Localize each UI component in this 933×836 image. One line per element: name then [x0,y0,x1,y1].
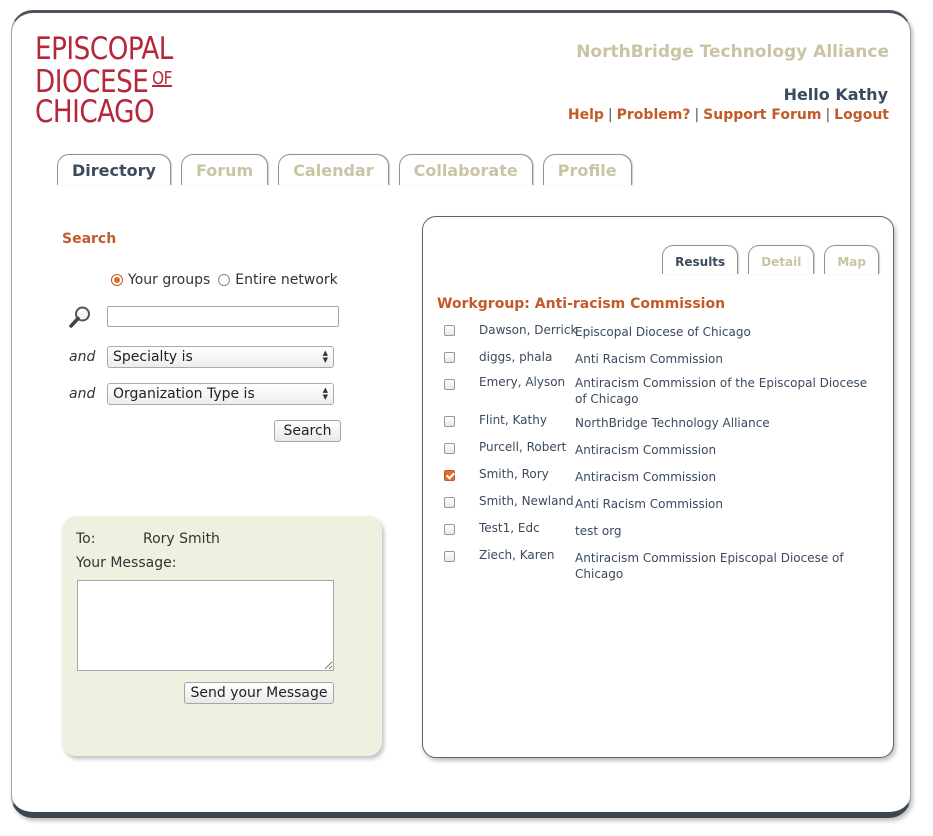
row-name[interactable]: Smith, Newland [479,494,574,508]
row-name[interactable]: Flint, Kathy [479,413,547,427]
row-name[interactable]: Smith, Rory [479,467,549,481]
row-org: Episcopal Diocese of Chicago [575,325,751,339]
row-org: NorthBridge Technology Alliance [575,416,770,430]
organization-type-select[interactable]: Organization Type is ▲ ▼ [107,383,334,405]
message-label: Your Message: [76,555,177,571]
row-org: Anti Racism Commission [575,352,724,366]
row-org: test org [575,524,622,538]
results-tabs: Results Detail Map [662,245,879,274]
send-message-button[interactable]: Send your Message [184,682,334,704]
tab-calendar[interactable]: Calendar [278,154,389,185]
user-greeting: Hello Kathy [783,85,888,104]
and-label-2: and [69,386,96,402]
tab-forum[interactable]: Forum [180,154,269,185]
top-links: Help | Problem? | Support Forum | Logout [567,107,889,123]
radio-entire-network[interactable] [218,274,231,286]
row-name[interactable]: Test1, Edc [479,521,540,535]
row-name[interactable]: Ziech, Karen [479,548,554,562]
row-org: Antiracism Commission [575,470,717,484]
message-panel: To: Rory Smith Your Message: Send your M… [62,516,382,756]
magnifier-icon [69,306,90,328]
radio-entire-network-label: Entire network [235,272,338,288]
row-name[interactable]: Emery, Alyson [479,375,565,389]
row-name[interactable]: Purcell, Robert [479,440,566,454]
row-name[interactable]: diggs, phala [479,350,552,364]
support-forum-link[interactable]: Support Forum [703,107,821,123]
row-checkbox[interactable] [444,524,455,535]
help-link[interactable]: Help [568,107,604,123]
and-label-1: and [69,349,96,365]
tab-results[interactable]: Results [662,245,739,274]
logo-line-1: EPISCOPAL [35,31,173,67]
tab-detail[interactable]: Detail [748,245,815,274]
radio-your-groups-label: Your groups [128,272,211,288]
search-button[interactable]: Search [274,420,341,442]
row-checkbox[interactable] [444,497,455,508]
search-scope: Your groups Entire network [111,272,338,288]
row-checkbox[interactable] [444,325,455,336]
search-heading: Search [62,231,117,247]
message-textarea[interactable] [77,580,334,671]
logo-line-3: CHICAGO [35,94,155,130]
select-arrows-icon: ▲ ▼ [322,386,328,401]
search-input[interactable] [107,306,339,327]
tab-collaborate[interactable]: Collaborate [398,154,533,185]
row-checkbox-checked[interactable] [444,470,455,481]
logout-link[interactable]: Logout [834,107,889,123]
row-checkbox[interactable] [444,416,455,427]
row-checkbox[interactable] [444,551,455,562]
main-tabs: Directory Forum Calendar Collaborate Pro… [57,154,632,185]
row-checkbox[interactable] [444,443,455,454]
row-checkbox[interactable] [444,352,455,363]
message-to-label: To: [76,531,96,547]
diocese-logo: EPISCOPAL DIOCESE OF CHICAGO [35,31,173,130]
row-name[interactable]: Dawson, Derrick [479,323,577,337]
row-org: Antiracism Commission Episcopal Diocese … [575,551,844,581]
logo-line-2: DIOCESE OF [35,64,172,100]
workgroup-title: Workgroup: Anti-racism Commission [437,296,726,312]
tab-directory[interactable]: Directory [57,154,171,185]
row-org: Anti Racism Commission [575,497,724,511]
problem-link[interactable]: Problem? [617,107,691,123]
select-arrows-icon: ▲ ▼ [322,349,328,364]
results-panel: Results Detail Map Workgroup: Anti-racis… [422,216,894,758]
tab-map[interactable]: Map [824,245,879,274]
specialty-select-value: Specialty is [113,349,193,365]
row-org: Antiracism Commission of the Episcopal D… [575,376,868,406]
specialty-select[interactable]: Specialty is ▲ ▼ [107,346,334,368]
row-checkbox[interactable] [444,379,455,390]
organization-type-select-value: Organization Type is [113,386,255,402]
org-name: NorthBridge Technology Alliance [576,42,889,62]
radio-your-groups[interactable] [111,274,123,286]
message-recipient: Rory Smith [143,531,220,547]
row-org: Antiracism Commission [575,443,717,457]
tab-profile[interactable]: Profile [542,154,632,185]
